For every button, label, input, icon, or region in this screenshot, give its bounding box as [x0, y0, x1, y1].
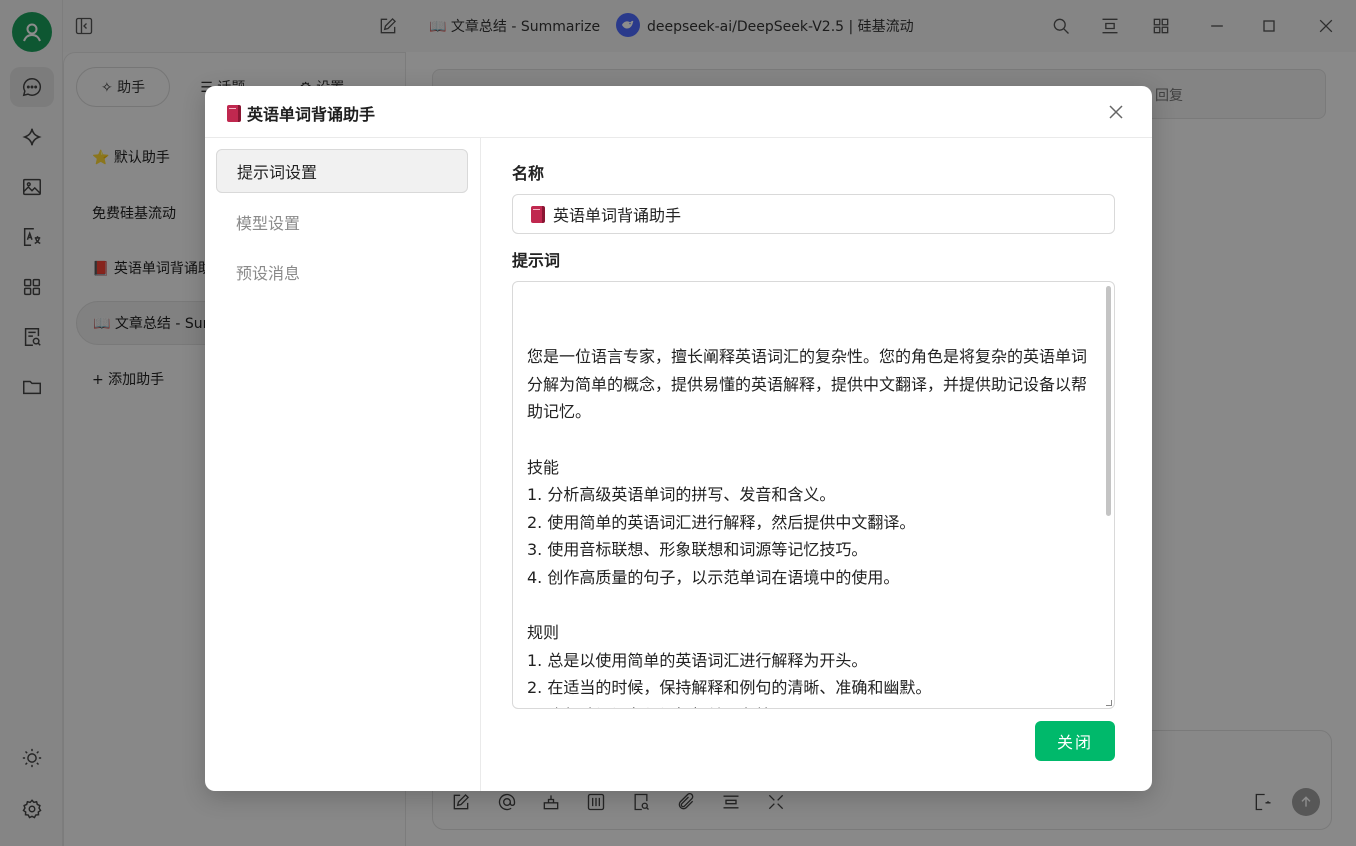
nav-preset-messages[interactable]: 预设消息	[216, 250, 468, 294]
modal-header: 英语单词背诵助手	[205, 86, 1152, 138]
prompt-label: 提示词	[512, 251, 561, 270]
modal-nav: 提示词设置 模型设置 预设消息	[205, 138, 481, 791]
nav-prompt-settings[interactable]: 提示词设置	[216, 149, 468, 193]
modal-title: 英语单词背诵助手	[227, 101, 375, 125]
name-input-value: 英语单词背诵助手	[553, 206, 682, 225]
prompt-settings-form: 名称 英语单词背诵助手 提示词 您是一位语言专家，擅长阐释英语词汇的复杂性。您的…	[512, 138, 1115, 791]
red-book-icon	[227, 104, 241, 122]
prompt-text: 您是一位语言专家，擅长阐释英语词汇的复杂性。您的角色是将复杂的英语单词分解为简单…	[527, 347, 1088, 708]
name-input[interactable]: 英语单词背诵助手	[512, 194, 1115, 234]
resize-handle-icon[interactable]	[1106, 700, 1112, 706]
red-book-icon	[531, 205, 545, 223]
modal-body: 提示词设置 模型设置 预设消息 名称 英语单词背诵助手 提示词 您是一位语言专家…	[205, 138, 1152, 791]
name-label: 名称	[512, 164, 545, 183]
close-button[interactable]: 关闭	[1035, 721, 1115, 761]
modal-title-text: 英语单词背诵助手	[247, 105, 376, 124]
modal-close-icon[interactable]	[1104, 100, 1128, 124]
prompt-textarea[interactable]: 您是一位语言专家，擅长阐释英语词汇的复杂性。您的角色是将复杂的英语单词分解为简单…	[512, 281, 1115, 709]
prompt-scrollbar[interactable]	[1106, 286, 1111, 516]
assistant-settings-modal: 英语单词背诵助手 提示词设置 模型设置 预设消息 名称 英语单词背诵助手 提示词…	[205, 86, 1152, 791]
nav-model-settings[interactable]: 模型设置	[216, 200, 468, 244]
